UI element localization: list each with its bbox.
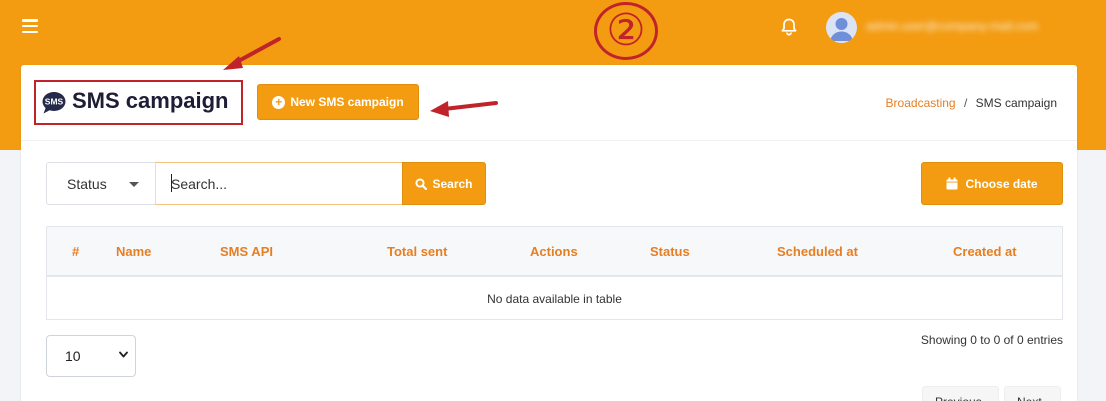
entries-info: Showing 0 to 0 of 0 entries (920, 333, 1063, 347)
status-filter-dropdown[interactable]: Status (46, 162, 156, 205)
breadcrumb-current: SMS campaign (975, 96, 1057, 110)
column-header-index[interactable]: # (72, 244, 79, 259)
page-size-select[interactable]: 10 (46, 335, 136, 377)
choose-date-label: Choose date (965, 176, 1038, 191)
breadcrumb: Broadcasting / SMS campaign (886, 96, 1057, 110)
search-input[interactable] (155, 162, 403, 205)
search-button-label: Search (432, 176, 473, 191)
campaign-table: # Name SMS API Total sent Actions Status… (46, 226, 1063, 320)
user-avatar-icon (830, 18, 853, 41)
table-header: # Name SMS API Total sent Actions Status… (47, 227, 1062, 277)
plus-circle-icon: + (272, 95, 286, 109)
empty-table-message: No data available in table (487, 292, 622, 306)
magnifier-icon (415, 177, 428, 190)
step-number-marker: ② (594, 2, 658, 60)
status-filter-label: Status (67, 175, 107, 192)
previous-page-button[interactable]: Previous (922, 386, 999, 401)
page-title: SMS campaign (72, 88, 229, 113)
search-button[interactable]: Search (402, 162, 486, 205)
column-header-name[interactable]: Name (116, 244, 151, 259)
choose-date-button[interactable]: Choose date (921, 162, 1063, 205)
breadcrumb-separator: / (963, 96, 968, 110)
calendar-icon (946, 177, 958, 190)
column-header-status[interactable]: Status (650, 244, 690, 259)
sms-icon-text: SMS (45, 97, 64, 107)
column-header-scheduled-at[interactable]: Scheduled at (777, 244, 858, 259)
user-avatar[interactable] (826, 12, 857, 43)
new-sms-campaign-label: New SMS campaign (290, 95, 404, 109)
column-header-sms-api[interactable]: SMS API (220, 244, 273, 259)
column-header-total-sent[interactable]: Total sent (387, 244, 447, 259)
username-label[interactable]: admin.user@company-mail.com (866, 19, 1071, 33)
column-header-created-at[interactable]: Created at (953, 244, 1017, 259)
sms-speech-bubble-icon: SMS (42, 92, 66, 114)
new-sms-campaign-button[interactable]: + New SMS campaign (257, 84, 419, 120)
column-header-actions[interactable]: Actions (530, 244, 578, 259)
breadcrumb-broadcasting-link[interactable]: Broadcasting (886, 96, 956, 110)
bell-icon[interactable] (779, 17, 799, 37)
card-header: SMS SMS campaign + New SMS campaign Broa… (21, 65, 1077, 141)
hamburger-menu-icon[interactable] (22, 19, 38, 33)
text-cursor (171, 174, 172, 192)
caret-down-icon (129, 182, 139, 187)
next-page-button[interactable]: Next (1004, 386, 1061, 401)
